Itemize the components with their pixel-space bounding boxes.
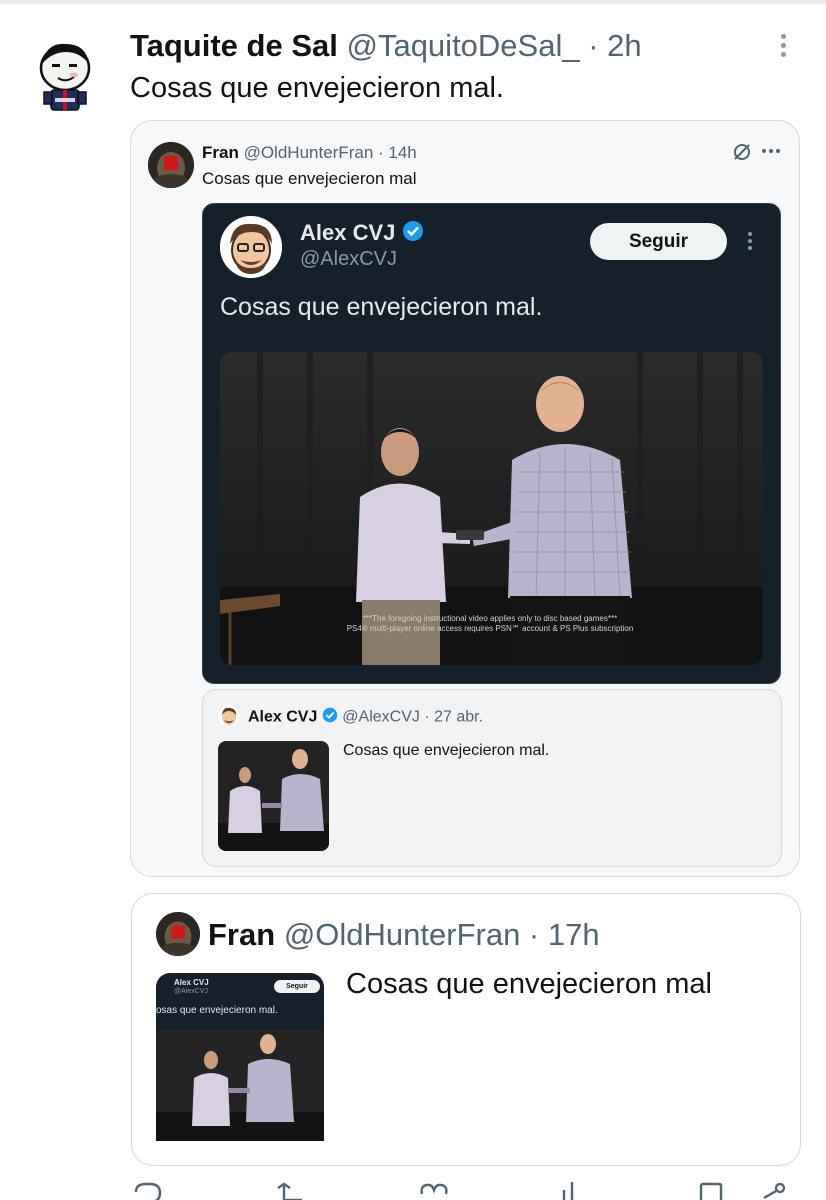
inner-quote-separator: · bbox=[419, 708, 435, 726]
inner-quote-header: Alex CVJ @AlexCVJ · 27 abr. bbox=[248, 707, 483, 728]
bookmark-icon[interactable] bbox=[698, 1182, 724, 1200]
quote2-text: Cosas que envejecieron mal bbox=[346, 968, 712, 1000]
inner-quote-thumbnail[interactable] bbox=[218, 741, 329, 851]
author-handle[interactable]: @TaquitoDeSal_ bbox=[346, 28, 579, 63]
quote2-separator: · bbox=[520, 917, 548, 952]
embedded-text: Cosas que envejecieron mal. bbox=[220, 293, 543, 321]
quote-time[interactable]: 14h bbox=[388, 143, 416, 162]
quote2-author-name[interactable]: Fran bbox=[208, 917, 275, 952]
embedded-author-avatar bbox=[220, 216, 282, 278]
quote2-time[interactable]: 17h bbox=[548, 917, 600, 952]
inner-quote-time[interactable]: 27 abr. bbox=[434, 709, 483, 726]
quote2-author-handle[interactable]: @OldHunterFran bbox=[284, 917, 521, 952]
like-icon[interactable] bbox=[418, 1182, 452, 1200]
quote-separator: · bbox=[373, 143, 389, 162]
tweet-text: Cosas que envejecieron mal. bbox=[130, 72, 504, 104]
quote-more-icon[interactable] bbox=[762, 149, 783, 153]
verified-badge-icon bbox=[322, 707, 338, 728]
more-icon[interactable] bbox=[778, 34, 788, 60]
top-divider bbox=[0, 0, 826, 4]
inner-quote-author-name[interactable]: Alex CVJ bbox=[248, 709, 317, 726]
header-separator: · bbox=[579, 28, 608, 63]
quote2-author-avatar[interactable] bbox=[156, 912, 200, 956]
quote-author-avatar[interactable] bbox=[148, 142, 194, 188]
views-icon[interactable] bbox=[560, 1182, 580, 1200]
quote2-thumb-text: osas que envejecieron mal. bbox=[156, 1005, 278, 1016]
quote2-thumb-follow-button: Seguir bbox=[274, 980, 320, 993]
reply-icon[interactable] bbox=[132, 1182, 162, 1200]
quote-author-name[interactable]: Fran bbox=[202, 143, 239, 162]
follow-button: Seguir bbox=[590, 223, 727, 260]
grok-icon[interactable] bbox=[732, 142, 752, 162]
quote-text: Cosas que envejecieron mal bbox=[202, 169, 417, 188]
share-icon[interactable] bbox=[758, 1182, 788, 1200]
action-bar bbox=[0, 1182, 826, 1200]
embedded-photo-caption: ***The foregoing instructional video app… bbox=[346, 614, 634, 633]
embedded-more-icon bbox=[747, 232, 753, 254]
inner-quote-avatar[interactable] bbox=[218, 705, 240, 727]
embedded-author-name: Alex CVJ bbox=[300, 220, 396, 245]
author-name[interactable]: Taquite de Sal bbox=[130, 28, 338, 63]
quote-header: Fran @OldHunterFran · 14h bbox=[202, 143, 417, 163]
embedded-author-handle: @AlexCVJ bbox=[300, 248, 397, 270]
tweet-header: Taquite de Sal @TaquitoDeSal_ · 2h bbox=[130, 28, 642, 64]
quote2-thumb-author-name: Alex CVJ bbox=[174, 978, 209, 987]
quote2-header: Fran @OldHunterFran · 17h bbox=[208, 917, 600, 953]
quote-author-handle[interactable]: @OldHunterFran bbox=[244, 143, 374, 162]
inner-quote-author-handle[interactable]: @AlexCVJ bbox=[342, 709, 420, 726]
tweet-time[interactable]: 2h bbox=[607, 28, 641, 63]
verified-badge-icon bbox=[402, 220, 424, 248]
embedded-author-line: Alex CVJ bbox=[300, 220, 424, 248]
retweet-icon[interactable] bbox=[272, 1182, 312, 1200]
quote2-thumb-author-handle: @AlexCVJ bbox=[174, 988, 208, 995]
quote2-thumb-photo bbox=[156, 1030, 324, 1141]
author-avatar[interactable] bbox=[36, 38, 94, 114]
inner-quote-text: Cosas que envejecieron mal. bbox=[343, 742, 550, 759]
